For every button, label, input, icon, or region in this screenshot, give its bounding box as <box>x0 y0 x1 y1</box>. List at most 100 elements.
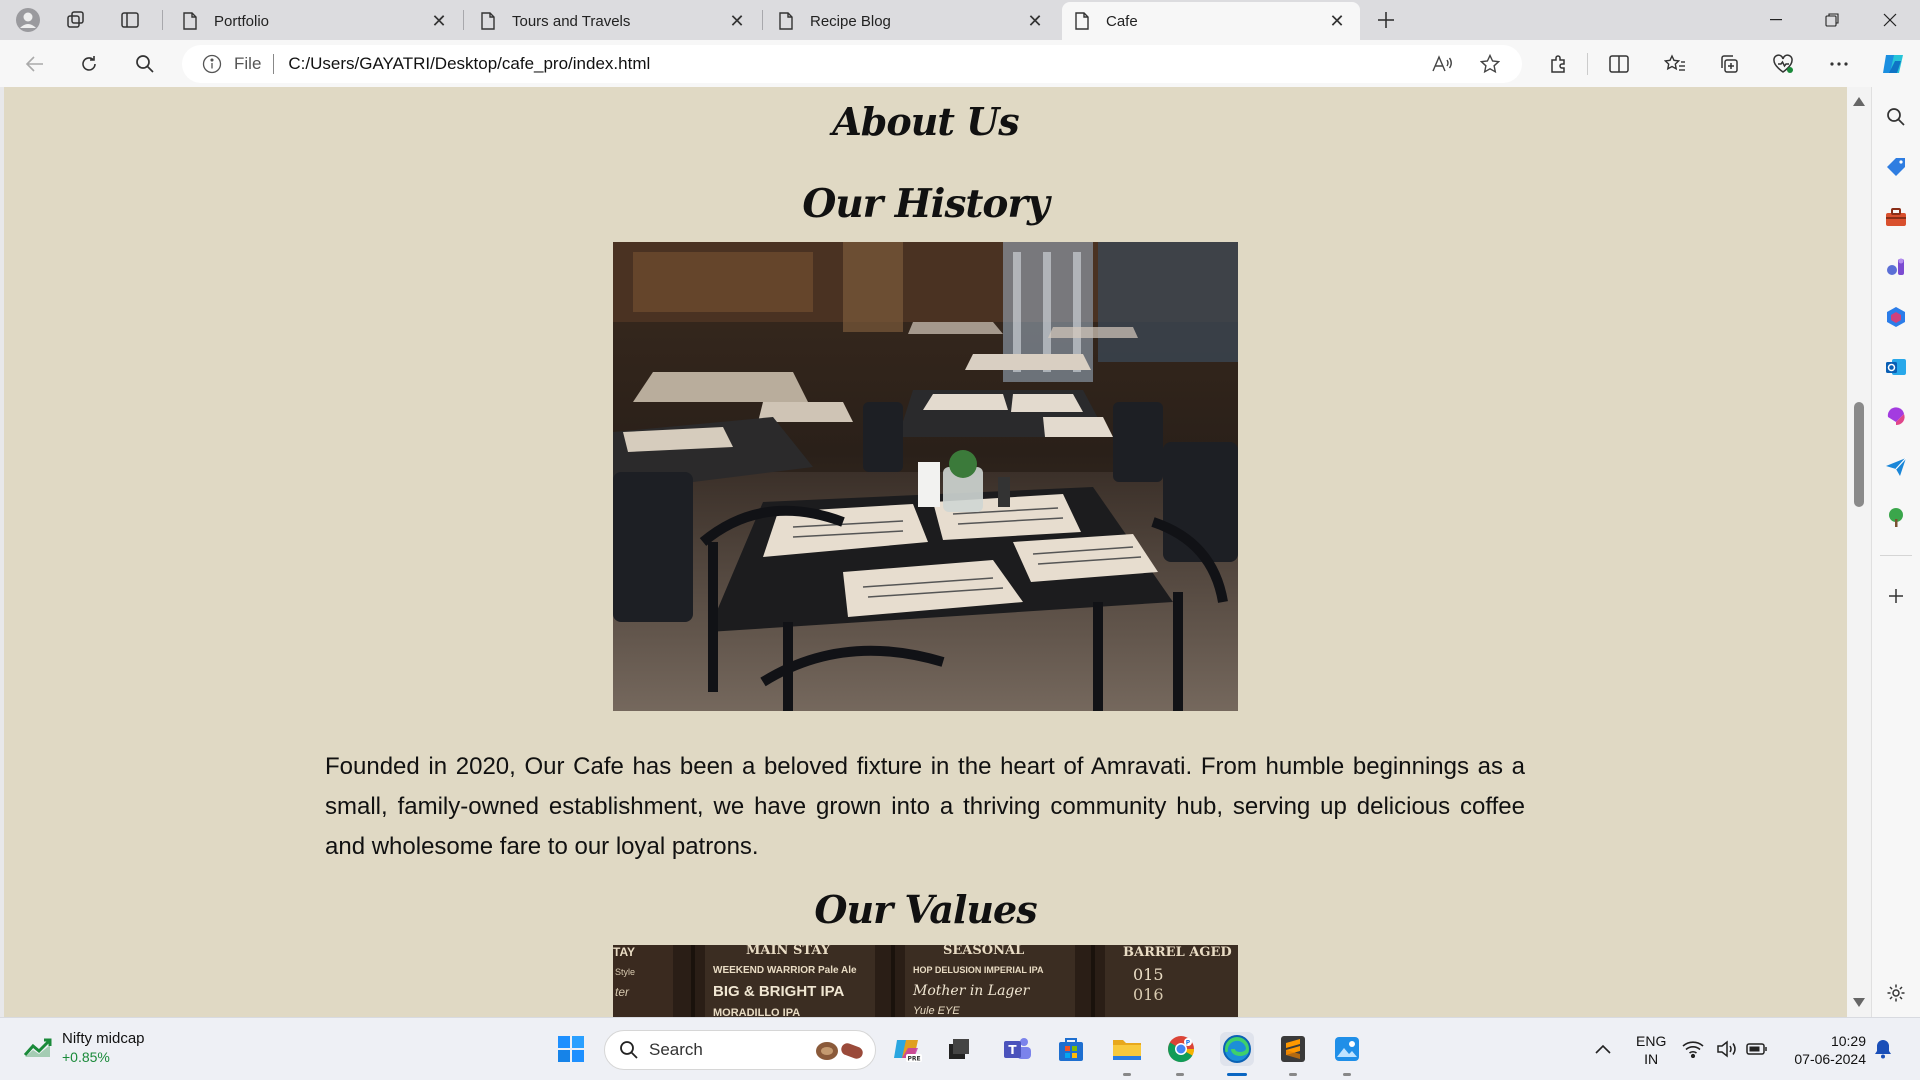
designer-icon[interactable] <box>1882 403 1910 431</box>
close-tab-icon[interactable]: ✕ <box>1024 10 1046 32</box>
board-line: Mother in Lager <box>913 983 1030 999</box>
add-sidebar-app-icon[interactable] <box>1882 582 1910 610</box>
tab-recipe-blog[interactable]: Recipe Blog ✕ <box>766 2 1058 40</box>
widget-title: Nifty midcap <box>62 1030 145 1047</box>
page-title: About Us <box>832 99 1019 144</box>
page-scrollbar[interactable] <box>1847 87 1871 1017</box>
show-hidden-icons-chevron-icon[interactable] <box>1586 1032 1620 1066</box>
tab-label: Portfolio <box>214 12 270 30</box>
close-tab-icon[interactable]: ✕ <box>1326 10 1348 32</box>
board-header-3: SEASONAL <box>943 945 1025 958</box>
edge-app-icon[interactable] <box>1220 1032 1254 1066</box>
tab-label: Recipe Blog <box>810 12 891 30</box>
tools-toolbox-icon[interactable] <box>1882 203 1910 231</box>
taskbar-search[interactable]: Search <box>604 1030 876 1070</box>
tab-separator <box>463 10 464 30</box>
games-icon[interactable] <box>1882 253 1910 281</box>
svg-text:P: P <box>1186 1040 1191 1047</box>
sublime-text-icon[interactable] <box>1276 1032 1310 1066</box>
teams-icon[interactable]: T <box>1000 1032 1034 1066</box>
tab-portfolio[interactable]: Portfolio ✕ <box>170 2 462 40</box>
page-icon <box>480 12 498 30</box>
shopping-tag-icon[interactable] <box>1882 153 1910 181</box>
info-icon[interactable] <box>202 54 222 74</box>
sidebar-search-icon[interactable] <box>1882 103 1910 131</box>
search-placeholder: Search <box>649 1040 703 1059</box>
tab-label: Cafe <box>1106 12 1138 30</box>
file-explorer-indicator <box>1123 1073 1131 1076</box>
board-line: Yule EYE <box>913 1005 960 1017</box>
photos-icon[interactable] <box>1330 1032 1364 1066</box>
widget-change: +0.85% <box>62 1049 110 1065</box>
search-icon[interactable] <box>128 48 162 80</box>
task-view-icon[interactable] <box>942 1032 976 1066</box>
wifi-icon[interactable] <box>1680 1032 1706 1066</box>
sidebar-settings-icon[interactable] <box>1882 979 1910 1007</box>
language-indicator[interactable]: ENG IN <box>1636 1032 1666 1068</box>
more-options-icon[interactable] <box>1822 48 1856 80</box>
edge-active-indicator <box>1227 1073 1247 1076</box>
values-heading: Our Values <box>814 887 1037 932</box>
close-window-button[interactable] <box>1862 0 1918 40</box>
outlook-icon[interactable] <box>1882 353 1910 381</box>
sublime-indicator <box>1289 1073 1297 1076</box>
collections-icon[interactable] <box>1712 48 1746 80</box>
board-line: 015 <box>1133 965 1164 984</box>
board-line: BIG & BRIGHT IPA <box>713 983 845 1000</box>
copilot-app-icon[interactable]: PRE <box>890 1032 924 1066</box>
tab-strip: Portfolio ✕ Tours and Travels ✕ Recipe B… <box>0 0 1920 40</box>
clock-time: 10:29 <box>1830 1033 1866 1049</box>
board-line: HOP DELUSION IMPERIAL IPA <box>913 965 1044 975</box>
scheme-label: File <box>234 54 262 73</box>
favorites-icon[interactable] <box>1658 48 1692 80</box>
chrome-icon[interactable]: P <box>1164 1032 1198 1066</box>
profile-icon[interactable] <box>12 6 44 34</box>
scroll-down-arrow[interactable] <box>1853 998 1865 1007</box>
favorite-star-icon[interactable] <box>1473 48 1507 80</box>
minimize-button[interactable] <box>1748 0 1804 40</box>
svg-text:T: T <box>1008 1043 1017 1057</box>
windows-taskbar: Nifty midcap +0.85% Search PRE T P ENG I… <box>0 1017 1920 1080</box>
board-line: WEEKEND WARRIOR Pale Ale <box>713 965 857 976</box>
url-text[interactable]: C:/Users/GAYATRI/Desktop/cafe_pro/index.… <box>288 54 650 74</box>
clock-date: 07-06-2024 <box>1794 1051 1866 1067</box>
workspaces-icon[interactable] <box>60 6 92 34</box>
page-icon <box>778 12 796 30</box>
file-explorer-icon[interactable] <box>1110 1032 1144 1066</box>
tab-tours-and-travels[interactable]: Tours and Travels ✕ <box>468 2 760 40</box>
scroll-up-arrow[interactable] <box>1853 97 1865 106</box>
copilot-icon[interactable] <box>1876 48 1910 80</box>
page-icon <box>1074 12 1092 30</box>
toolbar-divider <box>1587 53 1588 75</box>
tab-separator <box>162 10 163 30</box>
scroll-thumb[interactable] <box>1854 402 1864 507</box>
address-bar[interactable]: File C:/Users/GAYATRI/Desktop/cafe_pro/i… <box>182 45 1522 83</box>
restore-button[interactable] <box>1804 0 1860 40</box>
read-aloud-icon[interactable] <box>1425 48 1459 80</box>
extensions-icon[interactable] <box>1542 48 1576 80</box>
close-tab-icon[interactable]: ✕ <box>726 10 748 32</box>
values-image: TAY MAIN STAY SEASONAL BARREL AGED WEEKE… <box>613 945 1238 1017</box>
volume-icon[interactable] <box>1714 1032 1740 1066</box>
notification-bell-icon[interactable] <box>1868 1032 1898 1066</box>
tab-actions-icon[interactable] <box>114 6 146 34</box>
split-screen-icon[interactable] <box>1602 48 1636 80</box>
edge-sidebar <box>1871 87 1920 1017</box>
board-line: 016 <box>1133 985 1164 1004</box>
system-clock[interactable]: 10:29 07-06-2024 <box>1784 1032 1866 1068</box>
microsoft-365-icon[interactable] <box>1882 303 1910 331</box>
new-tab-button[interactable] <box>1370 6 1402 34</box>
refresh-button[interactable] <box>72 48 106 80</box>
battery-icon[interactable] <box>1744 1032 1770 1066</box>
browser-essentials-icon[interactable] <box>1766 48 1800 80</box>
market-widget[interactable]: Nifty midcap +0.85% <box>24 1030 145 1065</box>
cafe-interior-image <box>613 242 1238 711</box>
close-tab-icon[interactable]: ✕ <box>428 10 450 32</box>
back-button[interactable] <box>18 48 52 80</box>
tree-icon[interactable] <box>1882 503 1910 531</box>
send-icon[interactable] <box>1882 453 1910 481</box>
start-button[interactable] <box>554 1032 588 1066</box>
board-line: Style <box>615 967 636 977</box>
tab-cafe[interactable]: Cafe ✕ <box>1062 2 1360 40</box>
microsoft-store-icon[interactable] <box>1054 1032 1088 1066</box>
